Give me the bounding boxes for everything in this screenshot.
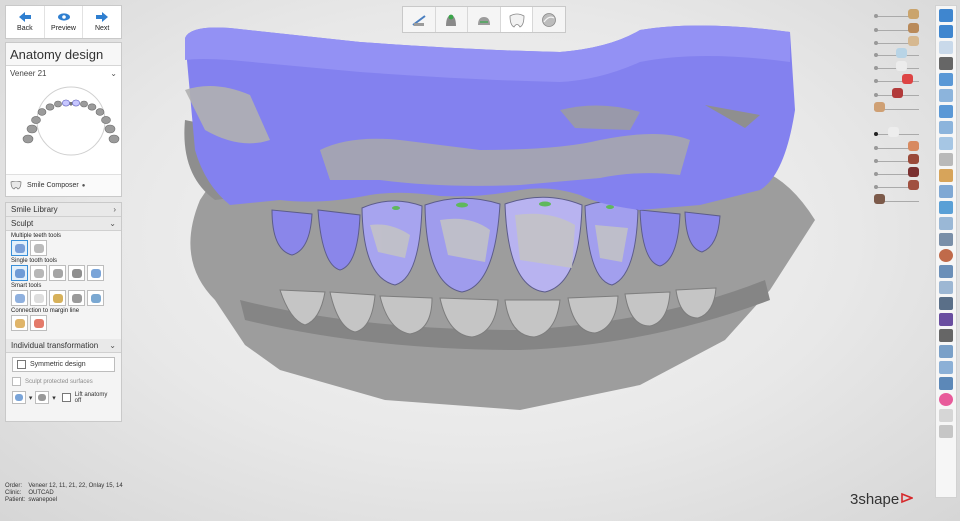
education-icon[interactable] [939,57,953,70]
upload-icon[interactable] [939,313,953,326]
order-value: Veneer 12, 11, 21, 22, Onlay 15, 14 [28,483,123,489]
view-front-icon[interactable] [939,73,953,86]
patient-label: Patient: [5,497,26,503]
gingiva-icon [908,36,919,46]
rotate-view-icon[interactable] [939,41,953,54]
clip-plane-icon[interactable] [939,153,953,166]
tooth-library-icon[interactable] [939,425,953,438]
clinic-label: Clinic: [5,490,22,496]
veneer-layer-icon [888,127,899,137]
patient-avatar-icon [874,194,885,204]
grid-icon[interactable] [939,217,953,230]
close-view-icon[interactable] [939,9,953,22]
order-info: Order: Veneer 12, 11, 21, 22, Onlay 15, 1… [5,483,145,504]
layer-slider-1[interactable] [874,9,919,19]
layer-slider-12[interactable] [874,167,919,177]
brand-logo: 3shape [850,491,915,508]
face-photo-icon [908,141,919,151]
camera-icon[interactable] [939,297,953,310]
face-photo-2-icon [908,154,919,164]
warning-icon[interactable] [939,265,953,278]
scissors-icon [902,74,913,84]
brand-name: 3shape [850,491,900,508]
section-icon[interactable] [939,201,953,214]
layer-slider-3[interactable] [874,36,919,46]
layer-slider-11[interactable] [874,154,919,164]
crown-layer-icon [896,61,907,71]
face-photo-3-icon [908,167,919,177]
tooth-layer-icon [896,48,907,58]
order-label: Order: [5,483,23,489]
view-left-icon[interactable] [939,137,953,150]
measure-icon[interactable] [939,185,953,198]
blue-wax-tray [185,25,795,211]
crosshair-icon[interactable] [939,361,953,374]
face-photo-4-icon [908,180,919,190]
layer-slider-6[interactable] [874,74,919,84]
model-stack-icon[interactable] [939,233,953,246]
dental-3d-viewport[interactable] [0,0,960,521]
view-back-icon[interactable] [939,121,953,134]
face-scan-icon[interactable] [939,249,953,262]
layer-slider-13[interactable] [874,180,919,190]
view-side-icon[interactable] [939,89,953,102]
right-toolbar [935,5,957,498]
axis-icon[interactable] [939,345,953,358]
layer-slider-9[interactable] [874,127,919,137]
chevron-down-icon[interactable] [939,329,953,342]
layer-slider-4[interactable] [874,48,919,58]
patient-value: swanepoel [28,497,58,503]
occlusion-icon[interactable] [939,169,953,182]
lips-icon [892,88,903,98]
lower-model-icon [908,23,919,33]
upper-model-icon [908,9,919,19]
layer-slider-5[interactable] [874,61,919,71]
bottle-icon [874,102,885,112]
layer-slider-7[interactable] [874,88,919,98]
lower-arch-model [190,170,815,410]
layer-slider-8[interactable] [874,102,919,112]
shade-icon[interactable] [939,377,953,390]
cube-icon[interactable] [939,281,953,294]
color-wheel-icon[interactable] [939,393,953,406]
layer-slider-10[interactable] [874,141,919,151]
view-top-icon[interactable] [939,105,953,118]
brand-triangle-icon [901,492,915,504]
clinic-value: OUTCAD [28,490,54,496]
layer-slider-14[interactable] [874,194,919,204]
layer-slider-2[interactable] [874,23,919,33]
fit-view-icon[interactable] [939,25,953,38]
light-icon[interactable] [939,409,953,422]
